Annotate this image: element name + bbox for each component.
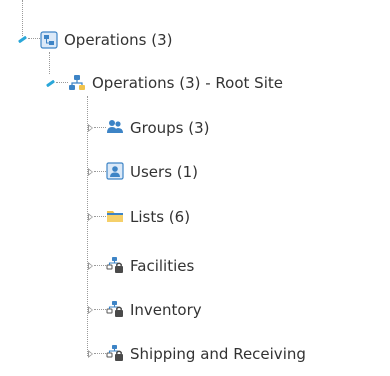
users-icon <box>106 162 124 180</box>
locked-site-icon <box>106 301 123 317</box>
tree-item-users[interactable]: Users (1) <box>84 159 284 183</box>
tree-connector <box>94 265 106 266</box>
tree-connector <box>94 171 106 172</box>
tree-connector <box>94 353 106 354</box>
tree-item-label: Shipping and Receiving <box>130 345 306 363</box>
expand-arrow-icon[interactable] <box>88 124 93 132</box>
expand-arrow-icon[interactable] <box>88 262 93 270</box>
tree-item-label: Lists (6) <box>130 208 191 226</box>
root-site-icon <box>69 75 85 90</box>
tree-item-label: Users (1) <box>130 163 199 181</box>
tree-connector <box>94 127 106 128</box>
tree-item-label: Operations (3) - Root Site <box>92 74 283 92</box>
tree-item-root-site[interactable]: Operations (3) - Root Site <box>45 70 376 94</box>
folder-site-icon <box>40 31 58 49</box>
tree-item-label: Inventory <box>130 301 202 319</box>
tree-item-facilities[interactable]: Facilities <box>84 253 284 277</box>
tree-item-operations[interactable]: Operations (3) <box>17 28 218 52</box>
tree-connector <box>56 82 68 83</box>
selected-pin-icon <box>17 35 28 44</box>
expand-arrow-icon[interactable] <box>88 168 93 176</box>
site-tree: Operations (3) Operations (3) - Root Sit… <box>0 0 390 376</box>
tree-connector <box>28 38 40 39</box>
expand-arrow-icon[interactable] <box>88 306 93 314</box>
tree-item-shipping-and-receiving[interactable]: Shipping and Receiving <box>84 341 384 365</box>
expand-arrow-icon[interactable] <box>88 350 93 358</box>
tree-item-label: Facilities <box>130 257 195 275</box>
tree-item-inventory[interactable]: Inventory <box>84 297 284 321</box>
tree-item-lists[interactable]: Lists (6) <box>84 204 284 228</box>
tree-connector <box>94 309 106 310</box>
expand-arrow-icon[interactable] <box>88 213 93 221</box>
lists-icon <box>107 211 123 222</box>
tree-connector <box>94 216 106 217</box>
tree-item-groups[interactable]: Groups (3) <box>84 115 284 139</box>
groups-icon <box>107 120 123 133</box>
locked-site-icon <box>106 257 123 273</box>
locked-site-icon <box>106 345 123 361</box>
tree-item-label: Operations (3) <box>64 31 173 49</box>
selected-pin-icon <box>45 79 56 88</box>
tree-item-label: Groups (3) <box>130 119 210 137</box>
